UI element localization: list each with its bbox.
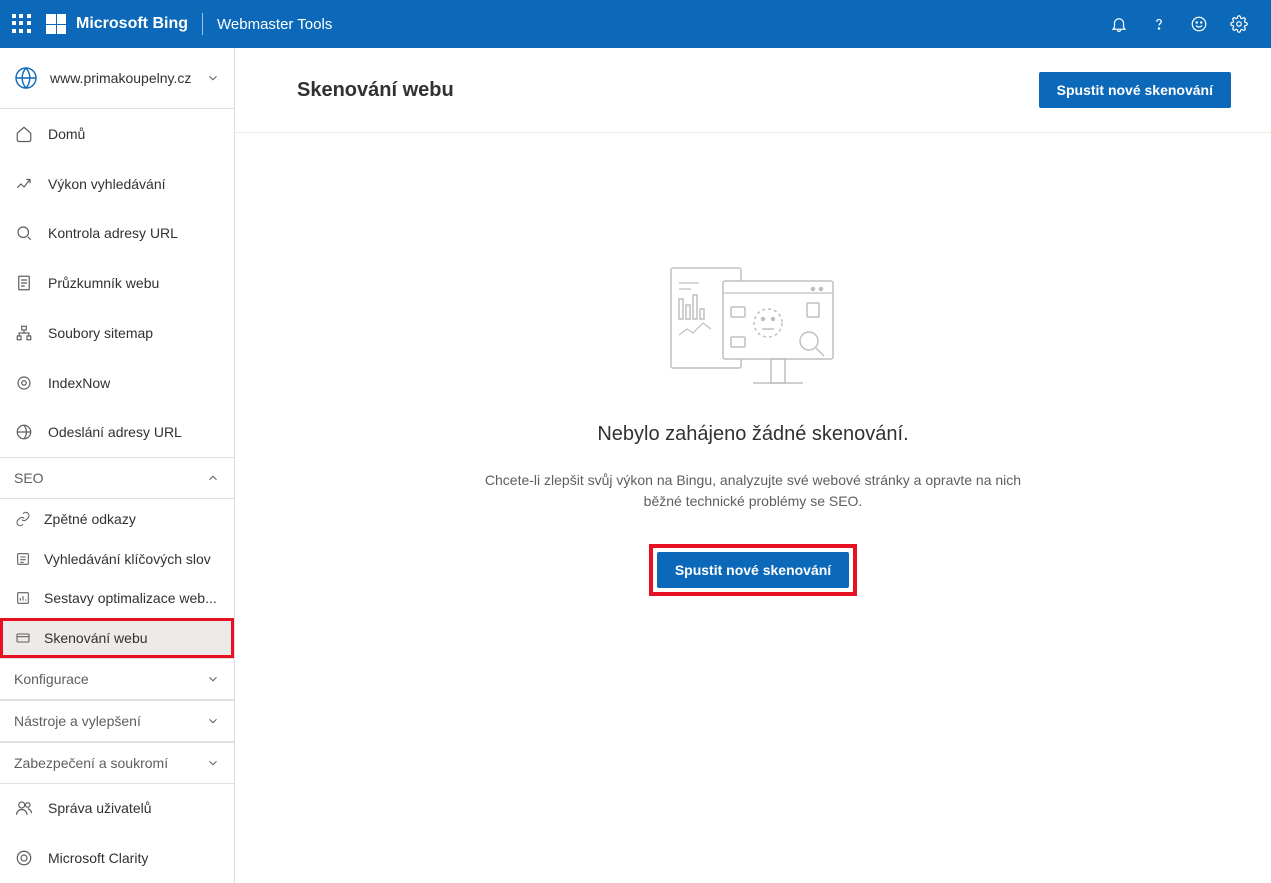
sidebar-section-konfigurace[interactable]: Konfigurace [0,658,234,700]
sidebar-item-label: Domů [48,126,85,142]
gear-icon [1230,15,1248,33]
sidebar-item-label: Výkon vyhledávání [48,176,166,192]
app-launcher-icon[interactable] [12,14,32,34]
sidebar-item-site-explorer[interactable]: Průzkumník webu [0,258,234,308]
site-selector[interactable]: www.primakoupelny.cz [0,48,234,109]
sidebar-sub-backlinks[interactable]: Zpětné odkazy [0,499,234,539]
sidebar-sub-label: Vyhledávání klíčových slov [44,551,211,567]
list-icon [14,550,32,568]
start-scan-cta-button[interactable]: Spustit nové skenování [657,552,849,588]
report-icon [14,589,32,607]
microsoft-logo-icon [46,14,66,34]
sitemap-icon [14,323,34,343]
brand-name: Microsoft Bing [76,15,188,33]
sidebar-item-clarity[interactable]: Microsoft Clarity [0,833,234,883]
document-icon [14,273,34,293]
sidebar-item-search-performance[interactable]: Výkon vyhledávání [0,159,234,209]
home-icon [14,124,34,144]
globe-upload-icon [14,422,34,442]
question-icon [1150,15,1168,33]
sidebar-item-indexnow[interactable]: IndexNow [0,358,234,408]
sidebar-item-url-inspection[interactable]: Kontrola adresy URL [0,208,234,258]
sidebar-sub-label: Sestavy optimalizace web... [44,590,217,606]
sidebar-item-label: Správa uživatelů [48,800,152,816]
product-name: Webmaster Tools [217,16,332,33]
sidebar-sub-seo-reports[interactable]: Sestavy optimalizace web... [0,579,234,619]
search-icon [14,223,34,243]
bell-icon [1110,15,1128,33]
empty-state: Nebylo zahájeno žádné skenování. Chcete-… [235,133,1271,883]
scan-icon [14,629,32,647]
clarity-icon [14,848,34,868]
chevron-down-icon [206,71,220,85]
sidebar-section-zabezpeceni[interactable]: Zabezpečení a soukromí [0,742,234,784]
smile-icon [1190,15,1208,33]
top-bar: Microsoft Bing Webmaster Tools [0,0,1271,48]
site-name: www.primakoupelny.cz [50,70,206,86]
sidebar-item-url-submission[interactable]: Odeslání adresy URL [0,407,234,457]
sidebar-item-user-management[interactable]: Správa uživatelů [0,784,234,834]
sidebar-item-home[interactable]: Domů [0,109,234,159]
header-divider [202,13,203,35]
page-title: Skenování webu [297,79,1039,102]
feedback-button[interactable] [1179,0,1219,48]
sidebar-item-label: Průzkumník webu [48,275,159,291]
indexnow-icon [14,373,34,393]
sidebar-item-sitemaps[interactable]: Soubory sitemap [0,308,234,358]
globe-icon [14,66,38,90]
start-scan-header-button[interactable]: Spustit nové skenování [1039,72,1231,108]
sidebar-item-label: IndexNow [48,375,110,391]
trend-icon [14,174,34,194]
sidebar-item-label: Microsoft Clarity [48,850,148,866]
help-button[interactable] [1139,0,1179,48]
sidebar-item-label: Kontrola adresy URL [48,225,178,241]
sidebar: www.primakoupelny.cz Domů Výkon vyhledáv… [0,48,235,883]
cta-highlight-box: Spustit nové skenování [653,548,853,592]
empty-state-title: Nebylo zahájeno žádné skenování. [597,423,908,446]
empty-state-description: Chcete-li zlepšit svůj výkon na Bingu, a… [473,470,1033,512]
chevron-down-icon [206,672,220,686]
users-icon [14,798,34,818]
chevron-down-icon [206,756,220,770]
sidebar-sub-site-scan[interactable]: Skenování webu [0,618,234,658]
sidebar-section-seo[interactable]: SEO [0,457,234,499]
settings-button[interactable] [1219,0,1259,48]
empty-state-illustration [653,253,853,393]
section-label: Nástroje a vylepšení [14,713,206,729]
section-label: SEO [14,470,206,486]
section-label: Konfigurace [14,671,206,687]
page-header: Skenování webu Spustit nové skenování [235,48,1271,133]
sidebar-item-label: Odeslání adresy URL [48,424,182,440]
sidebar-sub-label: Zpětné odkazy [44,511,136,527]
sidebar-section-nastroje[interactable]: Nástroje a vylepšení [0,700,234,742]
main-content: Skenování webu Spustit nové skenování [235,48,1271,883]
sidebar-sub-label: Skenování webu [44,630,148,646]
chevron-down-icon [206,714,220,728]
notifications-button[interactable] [1099,0,1139,48]
link-icon [14,510,32,528]
sidebar-sub-keyword-research[interactable]: Vyhledávání klíčových slov [0,539,234,579]
sidebar-item-label: Soubory sitemap [48,325,153,341]
section-label: Zabezpečení a soukromí [14,755,206,771]
chevron-up-icon [206,471,220,485]
